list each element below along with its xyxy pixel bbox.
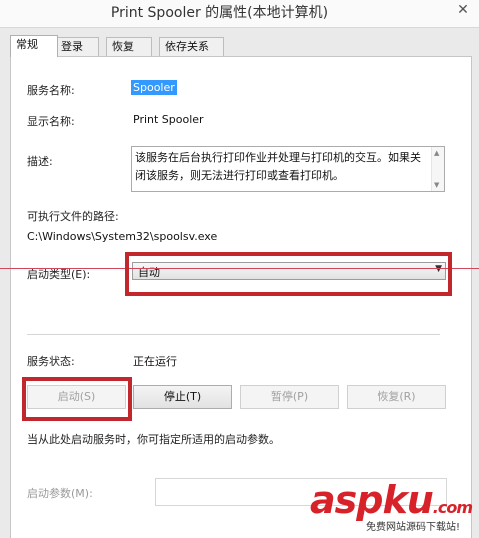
service-name-label: 服务名称: <box>27 84 75 97</box>
description-box[interactable]: 该服务在后台执行打印作业并处理与打印机的交互。如果关闭该服务，则无法进行打印或查… <box>131 146 445 192</box>
tab-logon[interactable]: 登录 <box>55 37 99 56</box>
highlight-startup-type <box>125 252 452 296</box>
exe-path-value: C:\Windows\System32\spoolsv.exe <box>27 230 218 243</box>
start-params-label: 启动参数(M): <box>27 487 93 500</box>
service-status-value: 正在运行 <box>133 355 177 368</box>
resume-button[interactable]: 恢复(R) <box>347 385 446 409</box>
description-text: 该服务在后台执行打印作业并处理与打印机的交互。如果关闭该服务，则无法进行打印或查… <box>135 151 421 182</box>
close-icon: ✕ <box>457 2 469 18</box>
title-bar: Print Spooler 的属性(本地计算机) ✕ <box>0 0 479 28</box>
hint-text: 当从此处启动服务时，你可指定所适用的启动参数。 <box>27 433 280 446</box>
description-label: 描述: <box>27 155 53 168</box>
display-name-value[interactable]: Print Spooler <box>133 113 204 126</box>
separator <box>27 334 440 335</box>
description-scrollbar[interactable]: ▲ ▼ <box>431 147 444 191</box>
scroll-down-icon[interactable]: ▼ <box>434 181 439 189</box>
service-status-label: 服务状态: <box>27 355 75 368</box>
exe-path-label: 可执行文件的路径: <box>27 210 119 223</box>
service-name-text: Spooler <box>131 80 177 95</box>
display-name-label: 显示名称: <box>27 115 75 128</box>
highlight-start-button <box>22 377 132 421</box>
service-name-value[interactable]: Spooler <box>131 80 177 95</box>
scroll-up-icon[interactable]: ▲ <box>434 149 439 157</box>
watermark-logo: aspku.com 免费网站源码下载站! <box>300 480 479 537</box>
pause-button[interactable]: 暂停(P) <box>240 385 339 409</box>
close-button[interactable]: ✕ <box>447 0 479 22</box>
window-title: Print Spooler 的属性(本地计算机) <box>110 5 329 21</box>
tab-recovery[interactable]: 恢复 <box>106 37 152 56</box>
tab-dependencies[interactable]: 依存关系 <box>159 37 224 56</box>
tab-general[interactable]: 常规 <box>10 35 58 57</box>
watermark-subtitle: 免费网站源码下载站! <box>366 518 461 533</box>
stop-button[interactable]: 停止(T) <box>133 385 232 409</box>
general-panel: 服务名称: Spooler 显示名称: Print Spooler 描述: 该服… <box>10 56 472 538</box>
